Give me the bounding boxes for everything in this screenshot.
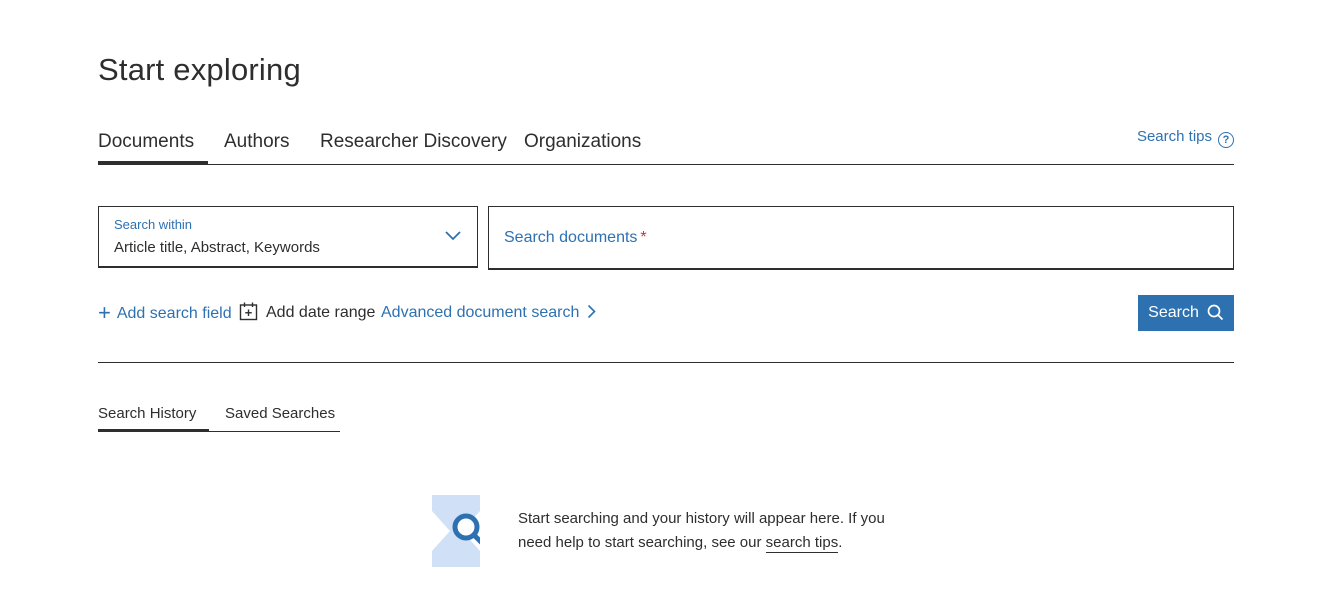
empty-history-period: . (838, 534, 843, 551)
tab-search-history[interactable]: Search History (98, 402, 210, 432)
help-circle-icon: ? (1218, 132, 1234, 148)
tab-researcher-discovery[interactable]: Researcher Discovery (320, 126, 507, 164)
required-marker: * (640, 229, 647, 246)
search-type-tabs: Documents Authors Researcher Discovery O… (98, 126, 1234, 165)
search-icon (1207, 305, 1223, 321)
add-search-field-button[interactable]: + Add search field (98, 295, 232, 331)
tab-authors[interactable]: Authors (224, 126, 289, 164)
calendar-add-icon (239, 302, 258, 321)
empty-history-illustration (432, 495, 480, 567)
search-documents-placeholder: Search documents * (504, 229, 647, 247)
empty-history-message: Start searching and your history will ap… (518, 507, 898, 555)
search-button-label: Search (1148, 303, 1199, 321)
advanced-document-search-link[interactable]: Advanced document search (381, 295, 596, 331)
search-tips-link[interactable]: Search tips? (1137, 126, 1234, 150)
plus-icon: + (98, 300, 111, 325)
history-tabs: Search History Saved Searches (98, 402, 340, 432)
add-date-range-label: Add date range (266, 304, 376, 321)
chevron-right-icon (588, 304, 596, 319)
add-search-field-label: Add search field (116, 305, 232, 322)
chevron-down-icon (445, 231, 461, 241)
page-title: Start exploring (98, 52, 301, 87)
search-within-value: Article title, Abstract, Keywords (114, 239, 320, 256)
search-tips-label: Search tips (1136, 128, 1212, 145)
advanced-search-label: Advanced document search (381, 304, 580, 321)
section-divider (98, 362, 1234, 363)
search-documents-input[interactable]: Search documents * (488, 206, 1234, 270)
search-placeholder-text: Search documents (504, 229, 638, 246)
search-button[interactable]: Search (1138, 295, 1234, 331)
tab-organizations[interactable]: Organizations (524, 126, 641, 164)
page: Start exploring Documents Authors Resear… (0, 0, 1337, 596)
search-within-select[interactable]: Search within Article title, Abstract, K… (98, 206, 478, 268)
search-tips-inline-link[interactable]: search tips (765, 534, 839, 553)
tab-documents[interactable]: Documents (98, 126, 208, 165)
add-date-range-button[interactable]: Add date range (239, 295, 375, 331)
search-within-label: Search within (114, 217, 193, 232)
tab-saved-searches[interactable]: Saved Searches (225, 402, 335, 431)
search-actions-row: + Add search field Add date range Advance… (98, 295, 1234, 331)
